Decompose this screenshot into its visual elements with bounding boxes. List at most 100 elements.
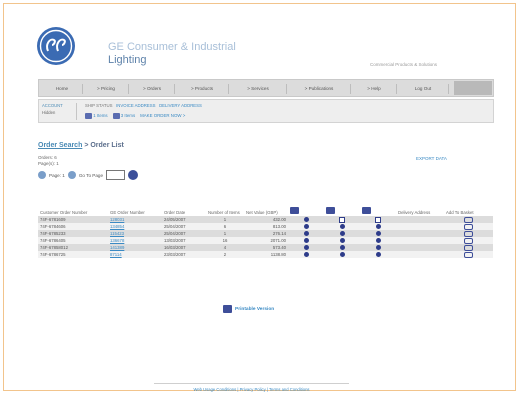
status-cell xyxy=(360,237,396,244)
col-items: Number of Items xyxy=(208,210,240,215)
add-to-basket-icon[interactable] xyxy=(464,223,473,230)
net-value: 573.40 xyxy=(244,244,288,251)
order-table: Customer Order Number GE Order Number Or… xyxy=(38,197,493,258)
status-dot-icon[interactable] xyxy=(375,224,381,230)
footer-links[interactable]: Web Usage Conditions | Privacy Policy | … xyxy=(154,387,349,392)
status-cell xyxy=(324,244,360,251)
make-order-link[interactable]: MAKE ORDER NOW > xyxy=(140,113,185,118)
account-box: ACCOUNT Hidden xyxy=(42,103,77,120)
printable-version[interactable]: Printable Version xyxy=(223,305,274,313)
add-to-basket-icon[interactable] xyxy=(464,237,473,244)
status-cell xyxy=(324,251,360,258)
status-dot-icon[interactable] xyxy=(303,245,309,251)
status-dot-icon[interactable] xyxy=(303,224,309,230)
pager-goto-label: Go To Page xyxy=(78,172,104,178)
go-button-icon[interactable] xyxy=(128,170,139,180)
ge-order-cell: 134854 xyxy=(108,223,162,230)
invoice-address-link[interactable]: INVOICE ADDRESS xyxy=(116,103,155,108)
ge-order-cell: 136678 xyxy=(108,237,162,244)
col-delivery-address: Delivery Address xyxy=(398,210,431,215)
nav-orders[interactable]: > Orders xyxy=(130,84,175,94)
col-invoice-icon xyxy=(360,197,396,216)
nav-logout[interactable]: Log Out xyxy=(398,84,449,94)
ge-order-link[interactable]: 134854 xyxy=(110,224,124,229)
status-dot-icon[interactable] xyxy=(303,231,309,237)
export-data-link[interactable]: EXPORT DATA xyxy=(416,156,447,161)
status-dot-icon[interactable] xyxy=(339,245,345,251)
status-checkbox-icon[interactable] xyxy=(375,216,381,223)
add-to-basket-cell xyxy=(444,237,493,244)
order-date: 23/03/2007 xyxy=(162,251,206,258)
net-value: 1138.80 xyxy=(244,251,288,258)
status-checkbox-icon[interactable] xyxy=(339,216,345,223)
next-page-icon[interactable] xyxy=(67,171,76,179)
brand-tagline: Commercial Products & Solutions xyxy=(370,62,438,67)
table-row: 74F-6785233 115423 25/04/2007 1 276.14 xyxy=(38,230,493,237)
ge-order-link[interactable]: 115423 xyxy=(110,231,124,236)
ge-order-link[interactable]: 128031 xyxy=(110,217,124,222)
brand-name: GE Consumer & Industrial xyxy=(108,41,236,53)
nav-help[interactable]: > Help xyxy=(352,84,397,94)
add-to-basket-icon[interactable] xyxy=(464,244,473,251)
status-dot-icon[interactable] xyxy=(303,217,309,223)
cart-items-link[interactable]: 1 Items xyxy=(93,113,107,118)
table-row: 74F-6786405 136678 13/03/2007 16 2071.00 xyxy=(38,237,493,244)
ge-order-link[interactable]: 87114 xyxy=(110,252,122,257)
table-row: 74F-6781609 128031 24/05/2007 1 432.00 xyxy=(38,216,493,223)
col-ge-order: GE Order Number xyxy=(110,210,145,215)
nav-pricing[interactable]: > Pricing xyxy=(84,84,129,94)
add-to-basket-icon[interactable] xyxy=(464,216,473,223)
status-dot-icon[interactable] xyxy=(375,252,381,258)
invoice-icon xyxy=(362,207,371,214)
ge-logo xyxy=(37,27,75,65)
orders-count: Orders: 6 xyxy=(38,155,57,160)
net-value: 276.14 xyxy=(244,230,288,237)
basket-icon[interactable] xyxy=(112,113,120,119)
status-cell xyxy=(324,223,360,230)
order-meta: Orders: 6 Page(s): 1 xyxy=(38,155,59,166)
net-value: 2071.00 xyxy=(244,237,288,244)
footer-divider xyxy=(154,383,349,384)
status-dot-icon[interactable] xyxy=(375,245,381,251)
delivery-address-cell xyxy=(396,244,444,251)
status-dot-icon[interactable] xyxy=(339,238,345,244)
add-to-basket-cell xyxy=(444,223,493,230)
order-date: 13/03/2007 xyxy=(162,237,206,244)
printable-version-link[interactable]: Printable Version xyxy=(235,307,274,312)
add-to-basket-icon[interactable] xyxy=(464,251,473,258)
status-dot-icon[interactable] xyxy=(375,231,381,237)
net-value: 813.00 xyxy=(244,223,288,230)
number-of-items: 6 xyxy=(206,223,244,230)
status-cell xyxy=(324,230,360,237)
breadcrumb-order-search[interactable]: Order Search xyxy=(38,142,82,149)
ship-status: SHIP STATUS INVOICE ADDRESS DELIVERY ADD… xyxy=(85,103,202,108)
col-customer-order: Customer Order Number xyxy=(40,210,88,215)
status-dot-icon[interactable] xyxy=(303,252,309,258)
status-dot-icon[interactable] xyxy=(375,238,381,244)
nav-home[interactable]: Home xyxy=(42,84,83,94)
nav-services[interactable]: > Services xyxy=(230,84,287,94)
ge-order-link[interactable]: 141389 xyxy=(110,245,124,250)
nav-products[interactable]: > Products xyxy=(176,84,229,94)
brand-subname: Lighting xyxy=(108,54,147,66)
status-dot-icon[interactable] xyxy=(303,238,309,244)
printer-icon[interactable] xyxy=(223,305,232,313)
table-header-row: Customer Order Number GE Order Number Or… xyxy=(38,197,493,216)
delivery-address-link[interactable]: DELIVERY ADDRESS xyxy=(159,103,202,108)
page-frame: GE Consumer & Industrial Lighting Commer… xyxy=(3,3,516,392)
status-cell xyxy=(288,223,324,230)
customer-order-number: 74F-6786725 xyxy=(38,251,108,258)
status-dot-icon[interactable] xyxy=(339,224,345,230)
number-of-items: 4 xyxy=(206,244,244,251)
status-dot-icon[interactable] xyxy=(339,231,345,237)
goto-page-input[interactable] xyxy=(106,170,126,180)
nav-publications[interactable]: > Publications xyxy=(288,84,351,94)
ge-order-link[interactable]: 136678 xyxy=(110,238,124,243)
basket-items-link[interactable]: 3 Items xyxy=(121,113,135,118)
col-delivery-icon xyxy=(324,197,360,216)
status-cell xyxy=(288,230,324,237)
cart-icon[interactable] xyxy=(85,113,92,119)
add-to-basket-icon[interactable] xyxy=(464,230,473,237)
status-dot-icon[interactable] xyxy=(339,252,345,258)
prev-page-icon[interactable] xyxy=(38,171,46,179)
